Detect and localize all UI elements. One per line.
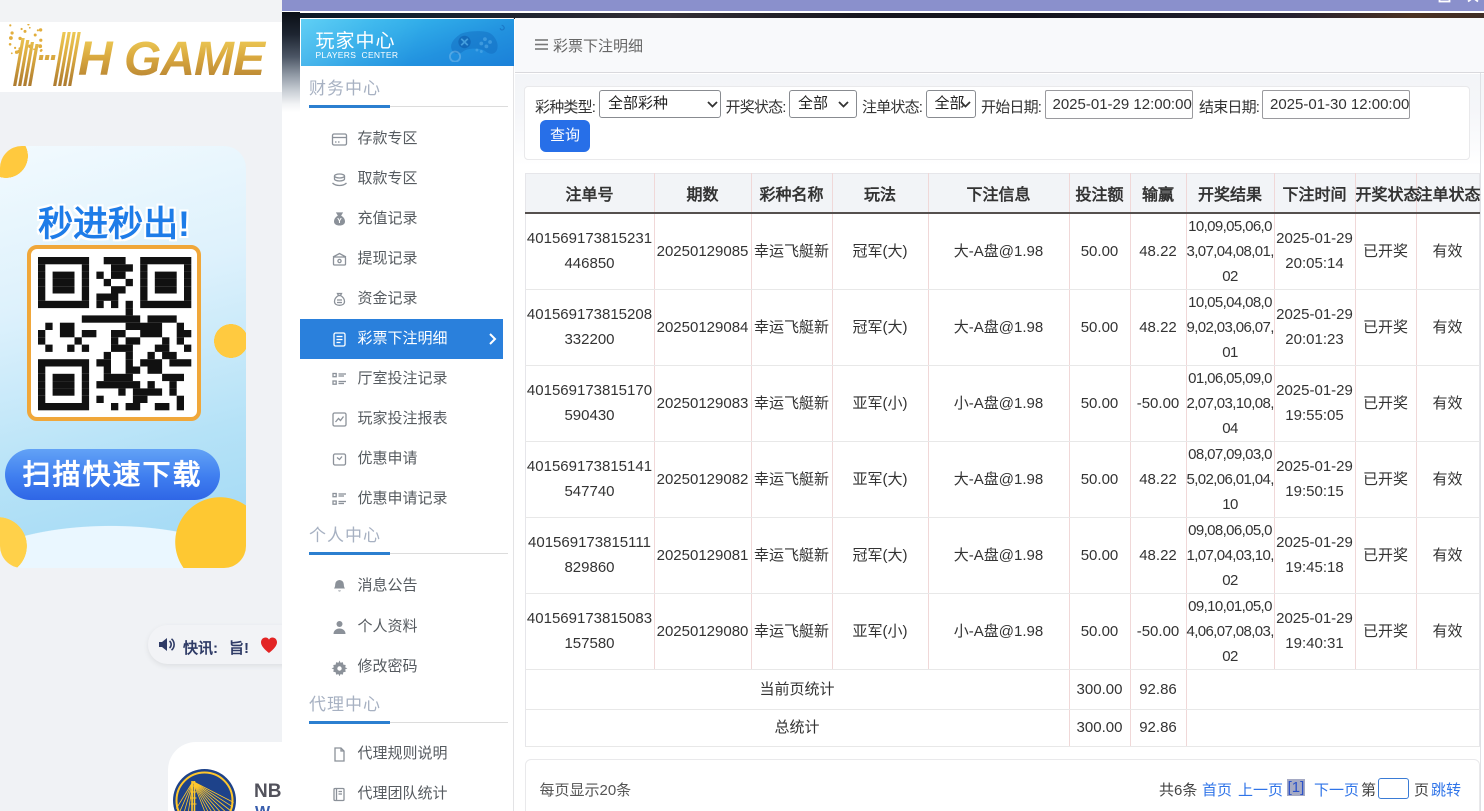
svg-text:Y: Y (337, 218, 342, 225)
